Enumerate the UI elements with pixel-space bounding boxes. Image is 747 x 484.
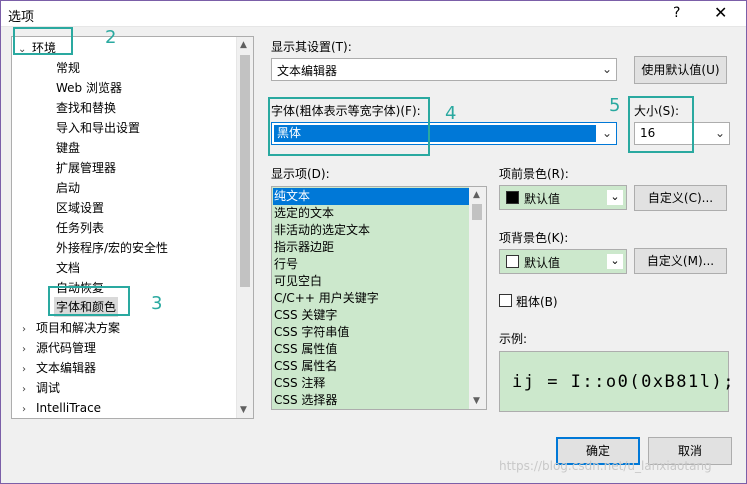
sample-label: 示例: [499,332,528,346]
sample-text: ij = I::o0(0xB81l); [512,372,735,392]
tree-item-task-list[interactable]: 任务列表 [56,218,104,238]
tree-item-find-replace[interactable]: 查找和替换 [56,98,116,118]
scroll-up-icon[interactable]: ▲ [473,190,480,200]
tree-item-documents[interactable]: 文档 [56,258,80,278]
show-settings-value: 文本编辑器 [277,64,338,78]
title-bar: 选项 ? ✕ [1,1,746,27]
list-item[interactable]: CSS 选择器 [274,392,337,409]
help-icon[interactable]: ? [673,5,680,21]
annotation-number-4: 4 [445,103,457,124]
list-item[interactable]: 纯文本 [273,188,469,205]
display-items-label: 显示项(D): [271,167,330,181]
background-value: 默认值 [524,256,561,270]
close-icon[interactable]: ✕ [714,3,727,22]
chevron-right-icon[interactable]: › [22,360,36,380]
show-settings-label: 显示其设置(T): [271,40,352,54]
window-title: 选项 [8,10,35,25]
chevron-down-icon: ⌄ [601,126,612,140]
background-label: 项背景色(K): [499,231,569,245]
list-item[interactable]: 可见空白 [274,273,322,290]
tree-item-web-browser[interactable]: Web 浏览器 [56,78,122,98]
scroll-thumb[interactable] [240,55,250,287]
annotation-box-2 [13,27,73,55]
chevron-right-icon[interactable]: › [22,380,36,400]
color-swatch [506,255,519,268]
tree-item-addin-security[interactable]: 外接程序/宏的安全性 [56,238,168,258]
tree-item-text-editor[interactable]: › 文本编辑器 [22,358,96,378]
annotation-box-3 [48,286,130,316]
tree-item-extension-manager[interactable]: 扩展管理器 [56,158,116,178]
list-item[interactable]: CSS 属性值 [274,341,337,358]
tree-item-label: 文本编辑器 [36,361,97,375]
chevron-down-icon: ⌄ [601,62,612,76]
background-combo[interactable]: 默认值 ⌄ [499,249,627,274]
list-item[interactable]: CSS 关键字 [274,307,337,324]
chevron-right-icon[interactable]: › [22,400,36,418]
show-settings-combo[interactable]: 文本编辑器 ⌄ [271,58,617,81]
list-item[interactable]: C/C++ 用户关键字 [274,290,379,307]
foreground-label: 项前景色(R): [499,167,569,181]
tree-item-label: 项目和解决方案 [36,321,121,335]
scroll-down-icon[interactable]: ▼ [473,396,480,406]
foreground-combo[interactable]: 默认值 ⌄ [499,185,627,210]
tree-item-general[interactable]: 常规 [56,58,80,78]
color-swatch [506,191,519,204]
scroll-thumb[interactable] [472,204,482,220]
bold-checkbox[interactable] [499,294,512,307]
tree-item-label: 调试 [36,381,61,395]
tree-item-intellitrace[interactable]: › IntelliTrace [22,398,101,418]
bold-label: 粗体(B) [516,295,558,309]
scroll-up-icon[interactable]: ▲ [240,40,247,50]
chevron-right-icon[interactable]: › [22,320,36,340]
tree-item-label: IntelliTrace [36,401,102,415]
annotation-number-3: 3 [151,293,163,314]
list-item[interactable]: 指示器边距 [274,239,334,256]
chevron-down-icon: ⌄ [607,254,623,269]
list-item[interactable]: CSS 字符串值 [274,324,349,341]
sample-preview: ij = I::o0(0xB81l); [499,351,733,412]
tree-item-projects[interactable]: › 项目和解决方案 [22,318,120,338]
tree-item-debugging[interactable]: › 调试 [22,378,60,398]
tree-item-import-export[interactable]: 导入和导出设置 [56,118,140,138]
annotation-box-5 [628,96,694,153]
custom-background-button[interactable]: 自定义(M)... [634,248,727,274]
list-item[interactable]: CSS 注释 [274,375,325,392]
tree-item-keyboard[interactable]: 键盘 [56,138,80,158]
options-dialog: 选项 ? ✕ ⌄ 环境 常规 Web 浏览器 查找和替换 导入和导出设置 键盘 扩… [0,0,747,484]
tree-scrollbar[interactable]: ▲ ▼ [236,37,253,418]
chevron-down-icon: ⌄ [714,126,725,140]
chevron-right-icon[interactable]: › [22,340,36,360]
annotation-number-5: 5 [609,95,621,116]
use-defaults-button[interactable]: 使用默认值(U) [634,56,727,84]
list-item[interactable]: 行号 [274,256,298,273]
tree-item-region[interactable]: 区域设置 [56,198,104,218]
annotation-box-4 [268,97,430,156]
tree-item-startup[interactable]: 启动 [56,178,80,198]
foreground-value: 默认值 [524,192,561,206]
scroll-down-icon[interactable]: ▼ [240,405,247,415]
custom-foreground-button[interactable]: 自定义(C)... [634,185,727,211]
list-scrollbar[interactable]: ▲ ▼ [469,187,486,409]
watermark: https://blog.csdn.net/u_lanxiaotang [499,459,712,473]
options-tree[interactable]: ⌄ 环境 常规 Web 浏览器 查找和替换 导入和导出设置 键盘 扩展管理器 启动… [11,36,254,419]
list-item[interactable]: CSS 属性名 [274,358,337,375]
display-items-list[interactable]: 纯文本 选定的文本 非活动的选定文本 指示器边距 行号 可见空白 C/C++ 用… [271,186,487,410]
tree-item-source-control[interactable]: › 源代码管理 [22,338,96,358]
annotation-number-2: 2 [105,27,117,48]
chevron-down-icon: ⌄ [607,190,623,205]
list-item[interactable]: 选定的文本 [274,205,334,222]
tree-item-label: 源代码管理 [36,341,97,355]
list-item[interactable]: 非活动的选定文本 [274,222,370,239]
